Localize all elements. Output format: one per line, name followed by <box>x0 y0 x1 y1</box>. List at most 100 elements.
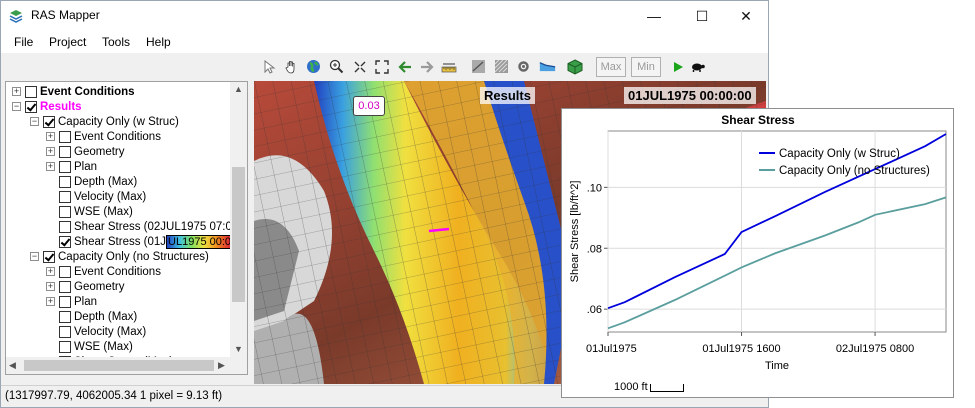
layer-checkbox[interactable] <box>59 205 71 218</box>
tree-row[interactable]: + Plan <box>46 294 97 309</box>
tree-row[interactable]: + Event Conditions <box>46 264 161 279</box>
menu-bar: File Project Tools Help <box>1 31 768 53</box>
terrain-icon[interactable] <box>493 58 510 75</box>
coordinate-readout: (1317997.79, 4062005.34 1 pixel = 9.13 f… <box>5 390 223 402</box>
tree-expander-icon[interactable]: + <box>12 87 21 96</box>
layer-checkbox[interactable] <box>59 220 71 233</box>
menu-project[interactable]: Project <box>49 35 86 49</box>
tree-row[interactable]: Depth (Max) <box>46 309 137 324</box>
layer-icon[interactable] <box>470 58 487 75</box>
scroll-up-icon[interactable]: ▲ <box>234 84 243 94</box>
tree-row-label: Depth (Max) <box>74 175 138 188</box>
max-button[interactable]: Max <box>596 57 626 77</box>
plot-area <box>607 130 947 333</box>
tree-row[interactable]: + Geometry <box>46 144 125 159</box>
profile-icon[interactable] <box>539 58 556 75</box>
scroll-right-icon[interactable]: ▶ <box>218 360 225 371</box>
layer-checkbox[interactable] <box>43 115 55 128</box>
tree-row[interactable]: − Capacity Only (no Structures) <box>30 249 209 264</box>
tree-row[interactable]: Velocity (Max) <box>46 189 146 204</box>
menu-tools[interactable]: Tools <box>102 35 130 49</box>
layer-checkbox[interactable] <box>59 160 71 173</box>
full-extent-icon[interactable] <box>373 58 390 75</box>
layer-checkbox[interactable] <box>25 100 37 113</box>
globe-icon[interactable] <box>305 58 322 75</box>
min-button[interactable]: Min <box>631 57 661 77</box>
tree-row-label: WSE (Max) <box>74 340 133 353</box>
tree-row-label: Plan <box>74 160 98 173</box>
tree-expander-icon[interactable]: − <box>12 102 21 111</box>
tree-expander-icon[interactable]: + <box>46 282 55 291</box>
3d-icon[interactable] <box>566 58 583 75</box>
map-time-label: 01JUL1975 00:00:00 <box>624 87 756 104</box>
tree-row[interactable]: Depth (Max) <box>46 174 137 189</box>
x-tick-label: 02Jul1975 0800 <box>836 343 914 355</box>
tree-expander-icon[interactable]: + <box>46 162 55 171</box>
tree-row-label: Velocity (Max) <box>74 325 147 338</box>
layer-checkbox[interactable] <box>59 175 71 188</box>
tree-expander-icon[interactable]: + <box>46 297 55 306</box>
shear-stress-chart: Shear Stress .06 .08 .10 01Jul1975 01Jul1975 … <box>569 113 947 372</box>
tree-expander-icon[interactable]: + <box>46 147 55 156</box>
tree-row[interactable]: − Capacity Only (w Struc) <box>30 114 179 129</box>
play-icon[interactable] <box>669 58 686 75</box>
pointer-icon[interactable] <box>260 58 277 75</box>
layer-checkbox[interactable] <box>59 280 71 293</box>
scroll-left-icon[interactable]: ◀ <box>9 360 16 371</box>
menu-help[interactable]: Help <box>146 35 171 49</box>
tree-row[interactable]: Velocity (Max) <box>46 324 146 339</box>
layer-checkbox[interactable] <box>59 190 71 203</box>
layer-checkbox[interactable] <box>59 295 71 308</box>
tree-row[interactable]: + Event Conditions <box>46 129 161 144</box>
tree-row[interactable]: + Event Conditions <box>12 84 135 99</box>
tree-row[interactable]: Shear Stress (01J UL1975 00:00: <box>46 234 243 249</box>
maximize-button[interactable]: ☐ <box>679 1 725 31</box>
layer-tree: + Event Conditions − Results − Capacity Only … <box>5 81 248 375</box>
scroll-thumb[interactable] <box>232 167 245 302</box>
tree-row[interactable]: − Results <box>12 99 82 114</box>
pan-hand-icon[interactable] <box>282 58 299 75</box>
y-axis-label: Shear Stress [lb/ft^2] <box>569 181 581 283</box>
layer-checkbox[interactable] <box>43 250 55 263</box>
layer-checkbox[interactable] <box>59 265 71 278</box>
tree-horizontal-scrollbar[interactable]: ◀ ▶ <box>6 357 247 374</box>
x-tick-label: 01Jul1975 <box>586 343 637 355</box>
measure-icon[interactable] <box>440 58 457 75</box>
y-tick-label: .08 <box>587 243 602 255</box>
layer-checkbox[interactable] <box>59 340 71 353</box>
zoom-extent-icon[interactable] <box>351 58 368 75</box>
hscroll-thumb[interactable] <box>24 360 214 371</box>
toolbar: Max Min <box>1 53 768 79</box>
layer-checkbox[interactable] <box>59 145 71 158</box>
probe-value-label: 0.03 <box>353 96 385 116</box>
tree-expander-icon[interactable]: − <box>30 252 39 261</box>
title-bar: RAS Mapper — ☐ ✕ <box>1 1 768 31</box>
layer-checkbox[interactable] <box>59 235 71 248</box>
tree-expander-icon[interactable]: − <box>30 117 39 126</box>
back-arrow-icon[interactable] <box>396 58 413 75</box>
minimize-button[interactable]: — <box>631 1 677 31</box>
menu-file[interactable]: File <box>14 35 33 49</box>
x-tick-label: 01Jul1975 1600 <box>702 343 780 355</box>
layer-checkbox[interactable] <box>59 325 71 338</box>
tree-vertical-scrollbar[interactable]: ▲ ▼ <box>230 82 247 357</box>
tree-row[interactable]: WSE (Max) <box>46 339 133 354</box>
tree-row[interactable]: Shear Stress (02JUL1975 07:00:0 <box>46 219 247 234</box>
tree-row[interactable]: WSE (Max) <box>46 204 133 219</box>
map-results-label: Results <box>480 87 535 104</box>
tree-expander-icon[interactable]: + <box>46 132 55 141</box>
turtle-icon[interactable] <box>689 58 706 75</box>
layer-checkbox[interactable] <box>25 85 37 98</box>
layer-checkbox[interactable] <box>59 130 71 143</box>
close-button[interactable]: ✕ <box>723 1 769 31</box>
forward-arrow-icon[interactable] <box>418 58 435 75</box>
scroll-down-icon[interactable]: ▼ <box>234 344 243 354</box>
tree-row-label: Event Conditions <box>74 130 161 143</box>
layer-checkbox[interactable] <box>59 310 71 323</box>
settings-icon[interactable] <box>515 58 532 75</box>
tree-expander-icon[interactable]: + <box>46 267 55 276</box>
tree-row[interactable]: + Geometry <box>46 279 125 294</box>
tree-row-label: Results <box>40 100 82 113</box>
tree-row[interactable]: + Plan <box>46 159 97 174</box>
zoom-in-icon[interactable] <box>328 58 345 75</box>
